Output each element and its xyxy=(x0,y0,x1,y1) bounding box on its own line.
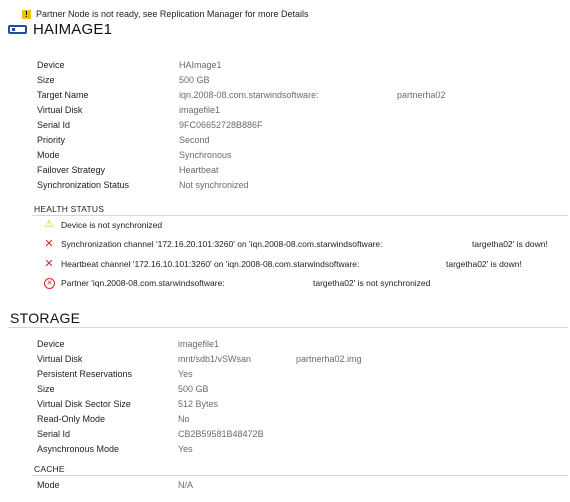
prop-label: Priority xyxy=(37,135,66,145)
prop-value-suffix: partnerha02 xyxy=(397,90,446,100)
prop-label: Device xyxy=(37,339,65,349)
prop-value: N/A xyxy=(178,480,194,490)
prop-label: Target Name xyxy=(37,90,89,100)
partner-notice: ! Partner Node is not ready, see Replica… xyxy=(22,9,308,19)
prop-value: 512 Bytes xyxy=(178,399,219,409)
device-title: HAIMAGE1 xyxy=(33,21,113,38)
prop-label: Asynchronous Mode xyxy=(37,444,120,454)
prop-value: Yes xyxy=(178,444,193,454)
health-item-tail: targetha02' is not synchronized xyxy=(313,278,431,288)
prop-value: Second xyxy=(179,135,210,145)
prop-label: Failover Strategy xyxy=(37,165,106,175)
prop-value: imagefile1 xyxy=(179,105,221,115)
prop-label: Synchronization Status xyxy=(37,180,130,190)
prop-label: Serial Id xyxy=(37,120,71,130)
prop-label: Size xyxy=(37,384,55,394)
health-item-text: Partner 'iqn.2008-08.com.starwindsoftwar… xyxy=(61,278,225,288)
health-divider xyxy=(32,215,568,216)
prop-value: Yes xyxy=(178,369,193,379)
health-item-tail: targetha02' is down! xyxy=(446,259,522,269)
prop-value: iqn.2008-08.com.starwindsoftware: xyxy=(179,90,319,100)
warning-icon: ! xyxy=(22,9,31,19)
device-title-row[interactable]: HAIMAGE1 xyxy=(8,21,112,38)
prop-label: Mode xyxy=(37,480,60,490)
prop-value: mnt/sdb1/vSWsan xyxy=(178,354,252,364)
prop-label: Device xyxy=(37,60,65,70)
prop-label: Read-Only Mode xyxy=(37,414,106,424)
prop-label: Virtual Disk xyxy=(37,105,83,115)
error-circle-icon: ✕ xyxy=(44,278,55,289)
health-item-text: Device is not synchronized xyxy=(61,220,163,230)
prop-value: CB2B59581B48472B xyxy=(178,429,264,439)
cache-header: CACHE xyxy=(34,464,65,474)
prop-label: Persistent Reservations xyxy=(37,369,133,379)
health-item-text: Heartbeat channel '172.16.10.101:3260' o… xyxy=(61,259,360,269)
health-item-tail: targetha02' is down! xyxy=(472,239,548,249)
prop-value: HAImage1 xyxy=(179,60,222,70)
device-icon xyxy=(8,25,27,34)
prop-value: Not synchronized xyxy=(179,180,249,190)
prop-value: 500 GB xyxy=(179,75,210,85)
error-x-icon: ✕ xyxy=(44,238,54,250)
health-status-header: HEALTH STATUS xyxy=(34,204,105,214)
storage-divider xyxy=(8,327,568,328)
prop-label: Serial Id xyxy=(37,429,71,439)
error-x-icon: ✕ xyxy=(44,258,54,270)
prop-value: Synchronous xyxy=(179,150,232,160)
prop-value: Heartbeat xyxy=(179,165,219,175)
prop-value: No xyxy=(178,414,190,424)
health-item-text: Synchronization channel '172.16.20.101:3… xyxy=(61,239,383,249)
prop-label: Virtual Disk xyxy=(37,354,83,364)
prop-label: Virtual Disk Sector Size xyxy=(37,399,131,409)
prop-value: imagefile1 xyxy=(178,339,220,349)
partner-notice-text: Partner Node is not ready, see Replicati… xyxy=(36,9,309,19)
storage-header: STORAGE xyxy=(10,310,81,326)
prop-value: 500 GB xyxy=(178,384,209,394)
prop-label: Mode xyxy=(37,150,60,160)
prop-label: Size xyxy=(37,75,55,85)
prop-value-suffix: partnerha02.img xyxy=(296,354,362,364)
warning-icon: ⚠ xyxy=(44,219,54,230)
prop-value: 9FC06652728B886F xyxy=(179,120,263,130)
cache-divider xyxy=(32,475,568,476)
